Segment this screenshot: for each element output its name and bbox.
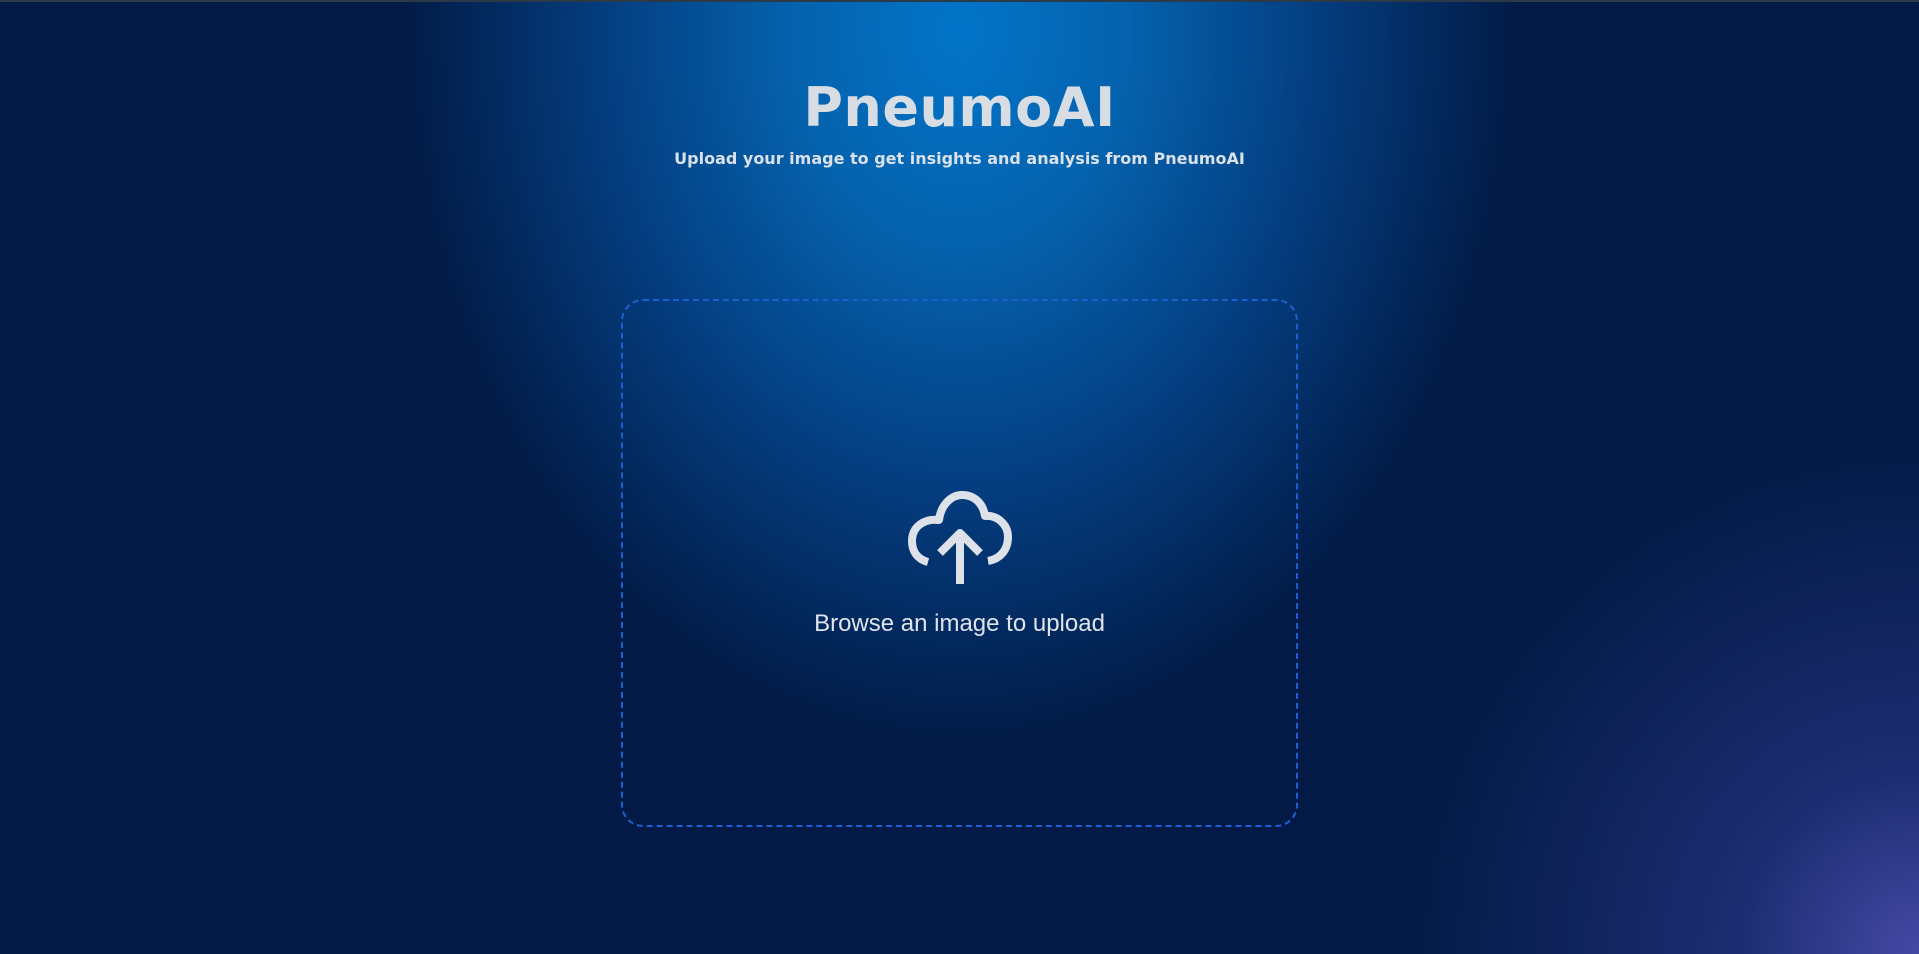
cloud-upload-icon bbox=[908, 491, 1012, 584]
page-header: PneumoAI Upload your image to get insigh… bbox=[0, 74, 1919, 170]
top-border bbox=[0, 0, 1919, 2]
page-subtitle: Upload your image to get insights and an… bbox=[674, 149, 1245, 168]
page-title: PneumoAI bbox=[803, 76, 1116, 139]
image-upload-dropzone[interactable]: Browse an image to upload bbox=[621, 299, 1298, 827]
upload-label: Browse an image to upload bbox=[814, 610, 1105, 637]
